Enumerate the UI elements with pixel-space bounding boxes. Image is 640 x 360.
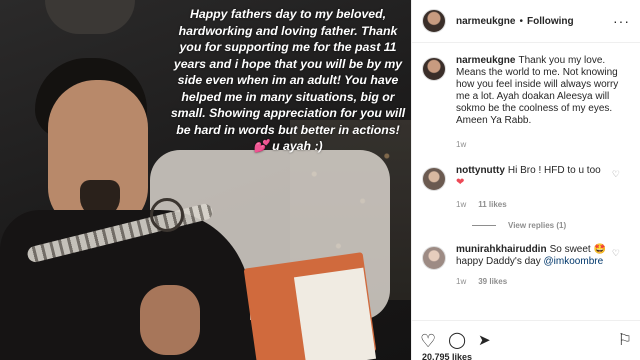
man-hand <box>140 285 200 355</box>
avatar[interactable] <box>422 246 446 270</box>
comment-text: Hi Bro ! HFD to u too <box>507 165 601 176</box>
book-pages <box>293 267 377 360</box>
replies-divider <box>472 225 496 226</box>
avatar[interactable] <box>422 9 446 33</box>
following-button[interactable]: Following <box>527 16 574 27</box>
heart-icon[interactable]: ♡ <box>420 332 436 350</box>
comment-username[interactable]: munirahkhairuddin <box>456 244 547 255</box>
likes-count[interactable]: 20,795 likes <box>422 352 472 360</box>
comment: munirahkhairuddin So sweet 🤩 happy Daddy'… <box>422 244 630 288</box>
comment-likes[interactable]: 11 likes <box>478 199 506 211</box>
like-comment-heart-icon[interactable]: ♡ <box>612 248 620 259</box>
comments-list: narmeukgne Thank you my love. Means the w… <box>412 43 640 288</box>
comment-likes[interactable]: 39 likes <box>478 276 507 288</box>
post-header: narmeukgne • Following ··· <box>412 0 640 43</box>
comment: nottynutty Hi Bro ! HFD to u too ❤ 1w 11 … <box>422 165 630 211</box>
mention-link[interactable]: @imkoombre <box>544 256 604 267</box>
separator-dot: • <box>519 15 523 27</box>
caption-time[interactable]: 1w <box>456 139 466 151</box>
header-username[interactable]: narmeukgne <box>456 16 515 27</box>
avatar[interactable] <box>422 167 446 191</box>
more-options-icon[interactable]: ··· <box>613 13 630 29</box>
view-replies-label: View replies (1) <box>508 221 567 230</box>
comment-username[interactable]: nottynutty <box>456 165 505 176</box>
caption: narmeukgne Thank you my love. Means the w… <box>422 55 630 151</box>
post-photo[interactable]: Happy fathers day to my beloved, hardwor… <box>0 0 411 360</box>
comment-icon[interactable]: ◯ <box>448 332 466 349</box>
share-icon[interactable]: ➤ <box>478 333 491 348</box>
like-comment-heart-icon[interactable]: ♡ <box>612 169 620 180</box>
photo-overlay-text: Happy fathers day to my beloved, hardwor… <box>170 7 406 153</box>
avatar[interactable] <box>422 57 446 81</box>
view-replies[interactable]: View replies (1) <box>472 221 630 230</box>
ceiling-lamp <box>45 0 135 34</box>
eyeglasses <box>150 198 184 232</box>
caption-username[interactable]: narmeukgne <box>456 55 515 66</box>
post-side-panel: narmeukgne • Following ··· narmeukgne Tha… <box>411 0 640 360</box>
comment-time[interactable]: 1w <box>456 276 466 288</box>
bookmark-icon[interactable]: ⚐ <box>618 332 632 349</box>
comment-time[interactable]: 1w <box>456 199 466 211</box>
heart-emoji: ❤ <box>456 177 465 188</box>
